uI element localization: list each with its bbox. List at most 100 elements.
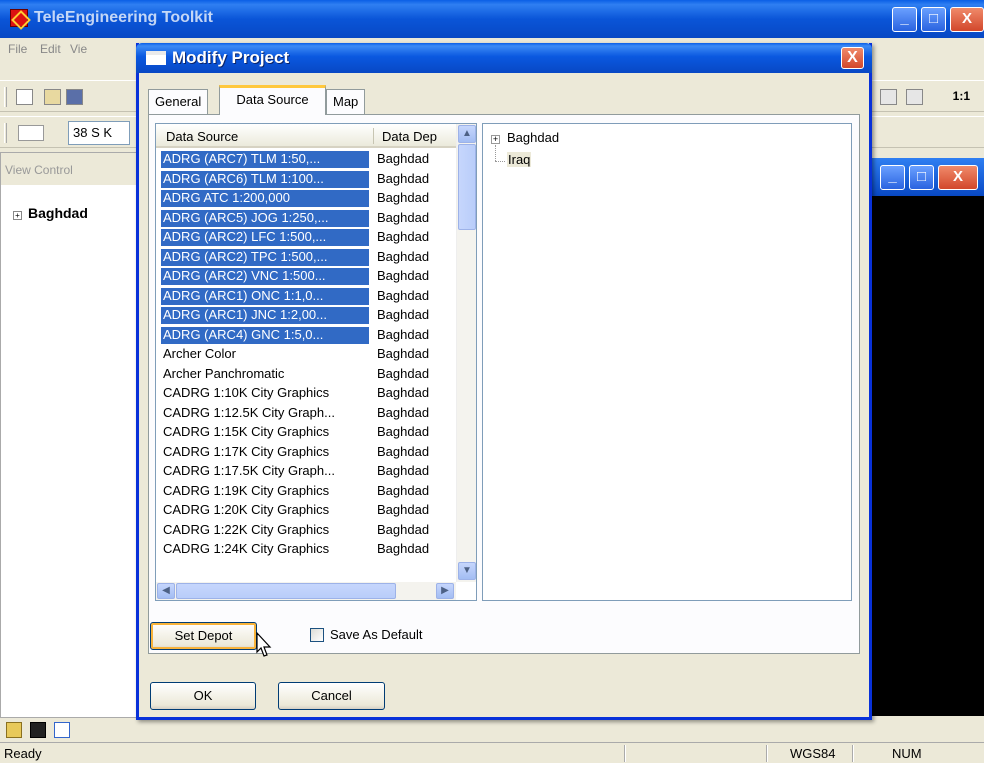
data-depot-cell[interactable]: Baghdad bbox=[377, 190, 429, 205]
menu-edit[interactable]: Edit bbox=[40, 42, 61, 56]
map-canvas[interactable] bbox=[872, 196, 984, 716]
data-depot-cell[interactable]: Baghdad bbox=[377, 346, 429, 361]
menu-view[interactable]: Vie bbox=[70, 42, 87, 56]
scroll-right-button[interactable]: ▶ bbox=[436, 583, 454, 599]
horizontal-scroll-thumb[interactable] bbox=[176, 583, 396, 599]
main-maximize-button[interactable]: □ bbox=[921, 7, 946, 32]
data-source-name[interactable]: CADRG 1:12.5K City Graph... bbox=[161, 405, 369, 422]
table-row[interactable]: CADRG 1:24K City Graphics Baghdad bbox=[156, 539, 456, 559]
tree-item-baghdad[interactable]: Baghdad bbox=[507, 130, 559, 145]
data-depot-cell[interactable]: Baghdad bbox=[377, 171, 429, 186]
table-row[interactable]: ADRG (ARC2) TPC 1:500,... Baghdad bbox=[156, 247, 456, 267]
open-folder-icon[interactable] bbox=[44, 89, 61, 105]
menu-file[interactable]: File bbox=[8, 42, 27, 56]
checkbox-box[interactable] bbox=[310, 628, 324, 642]
column-divider[interactable] bbox=[373, 128, 374, 144]
cancel-button[interactable]: Cancel bbox=[278, 682, 385, 710]
data-depot-cell[interactable]: Baghdad bbox=[377, 405, 429, 420]
expand-icon[interactable]: + bbox=[491, 135, 500, 144]
data-source-name[interactable]: CADRG 1:24K City Graphics bbox=[161, 541, 369, 558]
scroll-left-button[interactable]: ◀ bbox=[157, 583, 175, 599]
data-depot-cell[interactable]: Baghdad bbox=[377, 288, 429, 303]
data-source-name[interactable]: CADRG 1:19K City Graphics bbox=[161, 483, 369, 500]
data-depot-cell[interactable]: Baghdad bbox=[377, 210, 429, 225]
data-depot-cell[interactable]: Baghdad bbox=[377, 424, 429, 439]
data-source-name[interactable]: CADRG 1:17K City Graphics bbox=[161, 444, 369, 461]
main-close-button[interactable]: X bbox=[950, 7, 984, 32]
toolbar-grip[interactable] bbox=[4, 87, 7, 107]
tab-data-source[interactable]: Data Source bbox=[219, 85, 326, 115]
toolbar-grip[interactable] bbox=[4, 123, 7, 143]
data-source-list[interactable]: Data Source Data Dep ADRG (ARC7) TLM 1:5… bbox=[155, 123, 477, 601]
data-source-name[interactable]: ADRG (ARC5) JOG 1:250,... bbox=[161, 209, 369, 227]
table-row[interactable]: ADRG (ARC1) ONC 1:1,0... Baghdad bbox=[156, 286, 456, 306]
terrain-icon[interactable] bbox=[18, 125, 44, 141]
table-row[interactable]: ADRG (ARC2) VNC 1:500... Baghdad bbox=[156, 266, 456, 286]
dialog-close-button[interactable]: X bbox=[841, 47, 864, 69]
data-depot-cell[interactable]: Baghdad bbox=[377, 249, 429, 264]
horizontal-scrollbar[interactable]: ◀ ▶ bbox=[156, 582, 456, 600]
data-depot-cell[interactable]: Baghdad bbox=[377, 385, 429, 400]
child-minimize-button[interactable]: _ bbox=[880, 165, 905, 190]
data-source-name[interactable]: CADRG 1:10K City Graphics bbox=[161, 385, 369, 402]
tab-map[interactable]: Map bbox=[326, 89, 366, 114]
child-maximize-button[interactable]: □ bbox=[909, 165, 934, 190]
table-row[interactable]: ADRG (ARC1) JNC 1:2,00... Baghdad bbox=[156, 305, 456, 325]
data-depot-cell[interactable]: Baghdad bbox=[377, 307, 429, 322]
coordinate-input[interactable]: 38 S K bbox=[68, 121, 130, 145]
table-row[interactable]: ADRG (ARC4) GNC 1:5,0... Baghdad bbox=[156, 325, 456, 345]
data-depot-cell[interactable]: Baghdad bbox=[377, 541, 429, 556]
layer-tab-icon[interactable] bbox=[30, 722, 46, 738]
table-row[interactable]: ADRG (ARC2) LFC 1:500,... Baghdad bbox=[156, 227, 456, 247]
data-depot-cell[interactable]: Baghdad bbox=[377, 366, 429, 381]
ok-button[interactable]: OK bbox=[150, 682, 256, 710]
zoom-level[interactable]: 1:1 bbox=[953, 89, 970, 103]
data-source-name[interactable]: ADRG (ARC1) JNC 1:2,00... bbox=[161, 307, 369, 324]
data-depot-cell[interactable]: Baghdad bbox=[377, 502, 429, 517]
data-source-name[interactable]: ADRG (ARC6) TLM 1:100... bbox=[161, 170, 369, 188]
data-depot-cell[interactable]: Baghdad bbox=[377, 444, 429, 459]
expand-icon[interactable]: + bbox=[13, 211, 22, 220]
scroll-down-button[interactable]: ▼ bbox=[458, 562, 476, 580]
main-minimize-button[interactable]: _ bbox=[892, 7, 917, 32]
table-row[interactable]: ADRG ATC 1:200,000 Baghdad bbox=[156, 188, 456, 208]
set-depot-button[interactable]: Set Depot bbox=[150, 622, 257, 650]
table-row[interactable]: ADRG (ARC6) TLM 1:100... Baghdad bbox=[156, 169, 456, 189]
table-row[interactable]: ADRG (ARC5) JOG 1:250,... Baghdad bbox=[156, 208, 456, 228]
data-source-name[interactable]: Archer Color bbox=[161, 346, 369, 363]
data-depot-cell[interactable]: Baghdad bbox=[377, 229, 429, 244]
child-close-button[interactable]: X bbox=[938, 165, 978, 190]
table-row[interactable]: CADRG 1:22K City Graphics Baghdad bbox=[156, 520, 456, 540]
data-depot-cell[interactable]: Baghdad bbox=[377, 327, 429, 342]
table-row[interactable]: ADRG (ARC7) TLM 1:50,... Baghdad bbox=[156, 149, 456, 169]
table-row[interactable]: CADRG 1:17K City Graphics Baghdad bbox=[156, 442, 456, 462]
new-file-icon[interactable] bbox=[16, 89, 33, 105]
data-source-name[interactable]: ADRG (ARC2) VNC 1:500... bbox=[161, 268, 369, 285]
data-source-name[interactable]: ADRG (ARC7) TLM 1:50,... bbox=[161, 151, 369, 168]
data-source-name[interactable]: CADRG 1:20K City Graphics bbox=[161, 502, 369, 519]
save-as-default-label[interactable]: Save As Default bbox=[330, 627, 423, 642]
scroll-up-button[interactable]: ▲ bbox=[458, 125, 476, 143]
undo-icon[interactable] bbox=[880, 89, 897, 105]
redo-icon[interactable] bbox=[906, 89, 923, 105]
dialog-title-bar[interactable]: Modify Project X bbox=[136, 43, 872, 73]
column-header-data-source[interactable]: Data Source bbox=[166, 129, 238, 144]
table-row[interactable]: CADRG 1:12.5K City Graph... Baghdad bbox=[156, 403, 456, 423]
depot-tree[interactable]: + Baghdad Iraq bbox=[482, 123, 852, 601]
table-row[interactable]: CADRG 1:19K City Graphics Baghdad bbox=[156, 481, 456, 501]
vertical-scrollbar[interactable]: ▲ ▼ bbox=[456, 124, 476, 582]
tab-general[interactable]: General bbox=[148, 89, 209, 114]
table-row[interactable]: CADRG 1:20K City Graphics Baghdad bbox=[156, 500, 456, 520]
vertical-scroll-thumb[interactable] bbox=[458, 144, 476, 230]
data-source-name[interactable]: ADRG (ARC2) TPC 1:500,... bbox=[161, 248, 369, 266]
data-source-name[interactable]: ADRG (ARC4) GNC 1:5,0... bbox=[161, 326, 369, 344]
column-header-data-depot[interactable]: Data Dep bbox=[382, 129, 437, 144]
save-disk-icon[interactable] bbox=[66, 89, 83, 105]
data-source-name[interactable]: ADRG (ARC2) LFC 1:500,... bbox=[161, 229, 369, 246]
list-tab-icon[interactable] bbox=[54, 722, 70, 738]
data-source-name[interactable]: Archer Panchromatic bbox=[161, 366, 369, 383]
data-source-name[interactable]: CADRG 1:15K City Graphics bbox=[161, 424, 369, 441]
data-source-name[interactable]: ADRG ATC 1:200,000 bbox=[161, 190, 369, 207]
data-depot-cell[interactable]: Baghdad bbox=[377, 151, 429, 166]
data-depot-cell[interactable]: Baghdad bbox=[377, 268, 429, 283]
